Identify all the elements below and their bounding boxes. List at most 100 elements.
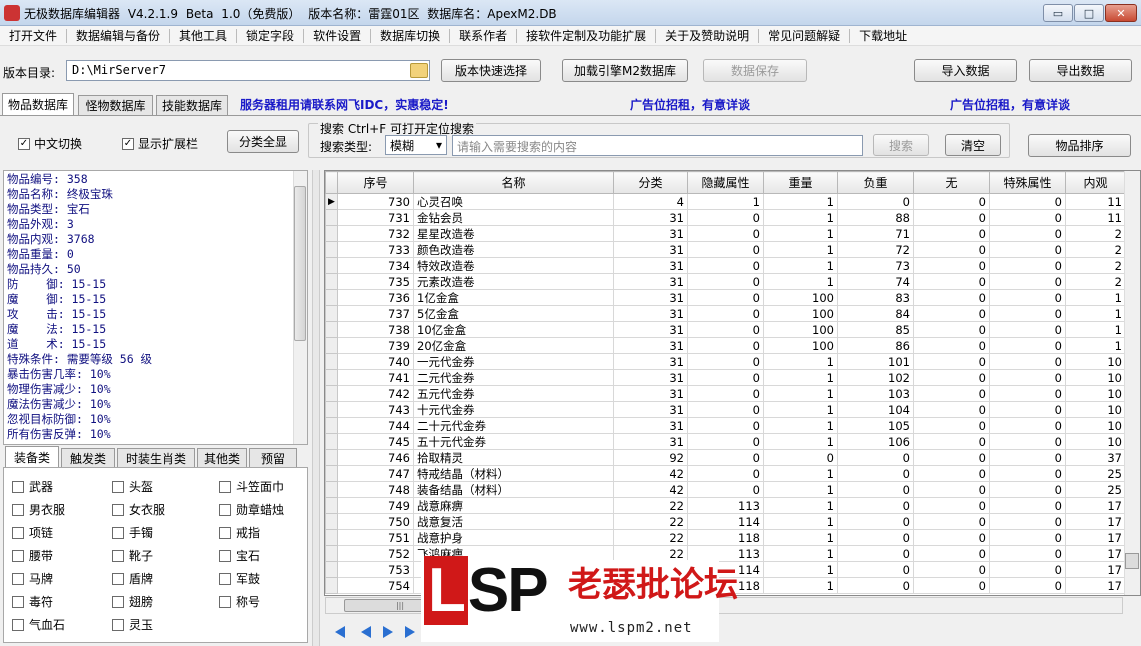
table-cell[interactable]: 0 bbox=[913, 257, 990, 274]
table-cell[interactable]: 83 bbox=[837, 289, 914, 306]
table-cell[interactable]: 31 bbox=[613, 433, 688, 450]
menu-item[interactable]: 锁定字段 bbox=[237, 28, 305, 43]
row-indicator[interactable] bbox=[325, 257, 338, 274]
table-cell[interactable]: 731 bbox=[337, 209, 414, 226]
tab-skill-db[interactable]: 技能数据库 bbox=[156, 95, 228, 115]
table-cell[interactable]: 22 bbox=[613, 497, 688, 514]
table-cell[interactable]: 31 bbox=[613, 257, 688, 274]
table-cell[interactable]: 0 bbox=[989, 369, 1066, 386]
table-cell[interactable]: 特戒结晶（材料） bbox=[413, 465, 614, 482]
table-cell[interactable]: 战意麻痹 bbox=[413, 497, 614, 514]
table-cell[interactable]: 0 bbox=[989, 449, 1066, 466]
table-cell[interactable]: 0 bbox=[687, 449, 764, 466]
table-cell[interactable]: 0 bbox=[687, 385, 764, 402]
check-box-icon[interactable] bbox=[12, 503, 24, 516]
table-cell[interactable]: 37 bbox=[1065, 449, 1126, 466]
table-cell[interactable]: 730 bbox=[337, 193, 414, 210]
table-cell[interactable]: 1 bbox=[763, 401, 838, 418]
row-indicator[interactable] bbox=[325, 449, 338, 466]
category-tab[interactable]: 装备类 bbox=[5, 446, 59, 467]
table-cell[interactable]: 10 bbox=[1065, 417, 1126, 434]
item-info-panel[interactable]: 物品编号: 358 物品名称: 终极宝珠 物品类型: 宝石 物品外观: 3 物品内观: … bbox=[3, 170, 308, 445]
row-indicator[interactable] bbox=[325, 401, 338, 418]
table-cell[interactable]: 100 bbox=[763, 321, 838, 338]
row-indicator[interactable]: ▶ bbox=[325, 193, 338, 210]
table-cell[interactable]: 4 bbox=[613, 193, 688, 210]
table-cell[interactable]: 1 bbox=[763, 465, 838, 482]
table-cell[interactable]: 0 bbox=[687, 321, 764, 338]
table-cell[interactable]: 0 bbox=[687, 337, 764, 354]
table-cell[interactable]: 0 bbox=[687, 209, 764, 226]
maximize-button[interactable]: □ bbox=[1074, 4, 1104, 22]
table-cell[interactable]: 二十元代金券 bbox=[413, 417, 614, 434]
chevron-down-icon[interactable]: ▾ bbox=[436, 138, 442, 152]
table-cell[interactable]: 0 bbox=[687, 225, 764, 242]
table-cell[interactable]: 31 bbox=[613, 305, 688, 322]
category-tab[interactable]: 时装生肖类 bbox=[117, 448, 195, 467]
table-cell[interactable]: 0 bbox=[989, 273, 1066, 290]
row-indicator[interactable] bbox=[325, 481, 338, 498]
table-cell[interactable]: 星星改造卷 bbox=[413, 225, 614, 242]
version-dir-input[interactable]: D:\MirServer7 bbox=[66, 60, 430, 81]
category-checkbox[interactable]: 马牌 bbox=[12, 570, 53, 587]
table-cell[interactable]: 1 bbox=[763, 241, 838, 258]
menu-item[interactable]: 数据库切换 bbox=[371, 28, 451, 43]
row-indicator[interactable] bbox=[325, 561, 338, 578]
grid-vertical-scrollbar[interactable] bbox=[1124, 171, 1140, 595]
table-cell[interactable]: 0 bbox=[989, 353, 1066, 370]
menu-item[interactable]: 联系作者 bbox=[450, 28, 518, 43]
table-cell[interactable]: 25 bbox=[1065, 465, 1126, 482]
table-cell[interactable]: 741 bbox=[337, 369, 414, 386]
table-row[interactable]: 750 战意复活 22 114 1 0 0 0 17 bbox=[325, 513, 1126, 530]
table-row[interactable]: 746 拾取精灵 92 0 0 0 0 0 37 bbox=[325, 449, 1126, 466]
table-cell[interactable]: 22 bbox=[613, 529, 688, 546]
table-cell[interactable]: 10 bbox=[1065, 369, 1126, 386]
table-cell[interactable]: 736 bbox=[337, 289, 414, 306]
check-box-icon[interactable] bbox=[219, 549, 231, 562]
table-cell[interactable]: 0 bbox=[687, 273, 764, 290]
row-indicator[interactable] bbox=[325, 289, 338, 306]
table-cell[interactable]: 22 bbox=[613, 513, 688, 530]
table-cell[interactable]: 0 bbox=[989, 497, 1066, 514]
table-cell[interactable]: 0 bbox=[687, 289, 764, 306]
table-cell[interactable]: 85 bbox=[837, 321, 914, 338]
category-checkbox[interactable]: 宝石 bbox=[219, 547, 260, 564]
table-row[interactable]: 732 星星改造卷 31 0 1 71 0 0 2 bbox=[325, 225, 1126, 242]
check-box-icon[interactable] bbox=[112, 526, 124, 539]
table-cell[interactable]: 0 bbox=[913, 369, 990, 386]
table-cell[interactable]: 31 bbox=[613, 417, 688, 434]
show-ext-checkbox[interactable]: ✓ 显示扩展栏 bbox=[122, 135, 198, 152]
table-cell[interactable]: 10亿金盒 bbox=[413, 321, 614, 338]
row-indicator[interactable] bbox=[325, 353, 338, 370]
table-cell[interactable]: 754 bbox=[337, 577, 414, 594]
table-cell[interactable]: 31 bbox=[613, 385, 688, 402]
table-cell[interactable]: 0 bbox=[837, 481, 914, 498]
save-data-button[interactable]: 数据保存 bbox=[703, 59, 807, 82]
table-cell[interactable]: 118 bbox=[687, 529, 764, 546]
table-cell[interactable]: 0 bbox=[913, 417, 990, 434]
table-cell[interactable]: 88 bbox=[837, 209, 914, 226]
menu-item[interactable]: 软件设置 bbox=[304, 28, 372, 43]
check-box-icon[interactable] bbox=[12, 480, 24, 493]
table-cell[interactable]: 0 bbox=[837, 577, 914, 594]
panel-splitter[interactable] bbox=[312, 170, 320, 646]
table-row[interactable]: 731 金钻会员 31 0 1 88 0 0 11 bbox=[325, 209, 1126, 226]
table-cell[interactable]: 743 bbox=[337, 401, 414, 418]
table-cell[interactable]: 750 bbox=[337, 513, 414, 530]
table-cell[interactable]: 二元代金券 bbox=[413, 369, 614, 386]
table-cell[interactable]: 1 bbox=[687, 193, 764, 210]
table-cell[interactable]: 71 bbox=[837, 225, 914, 242]
row-indicator[interactable] bbox=[325, 529, 338, 546]
grid-vertical-scroll-thumb[interactable] bbox=[1125, 553, 1139, 569]
table-cell[interactable]: 0 bbox=[913, 465, 990, 482]
table-cell[interactable]: 11 bbox=[1065, 209, 1126, 226]
table-cell[interactable]: 100 bbox=[763, 289, 838, 306]
table-cell[interactable]: 104 bbox=[837, 401, 914, 418]
table-cell[interactable]: 0 bbox=[989, 241, 1066, 258]
category-tab[interactable]: 预留 bbox=[249, 448, 297, 467]
table-cell[interactable]: 1亿金盒 bbox=[413, 289, 614, 306]
table-cell[interactable]: 10 bbox=[1065, 433, 1126, 450]
table-cell[interactable]: 0 bbox=[989, 193, 1066, 210]
import-data-button[interactable]: 导入数据 bbox=[914, 59, 1017, 82]
table-cell[interactable]: 0 bbox=[989, 321, 1066, 338]
